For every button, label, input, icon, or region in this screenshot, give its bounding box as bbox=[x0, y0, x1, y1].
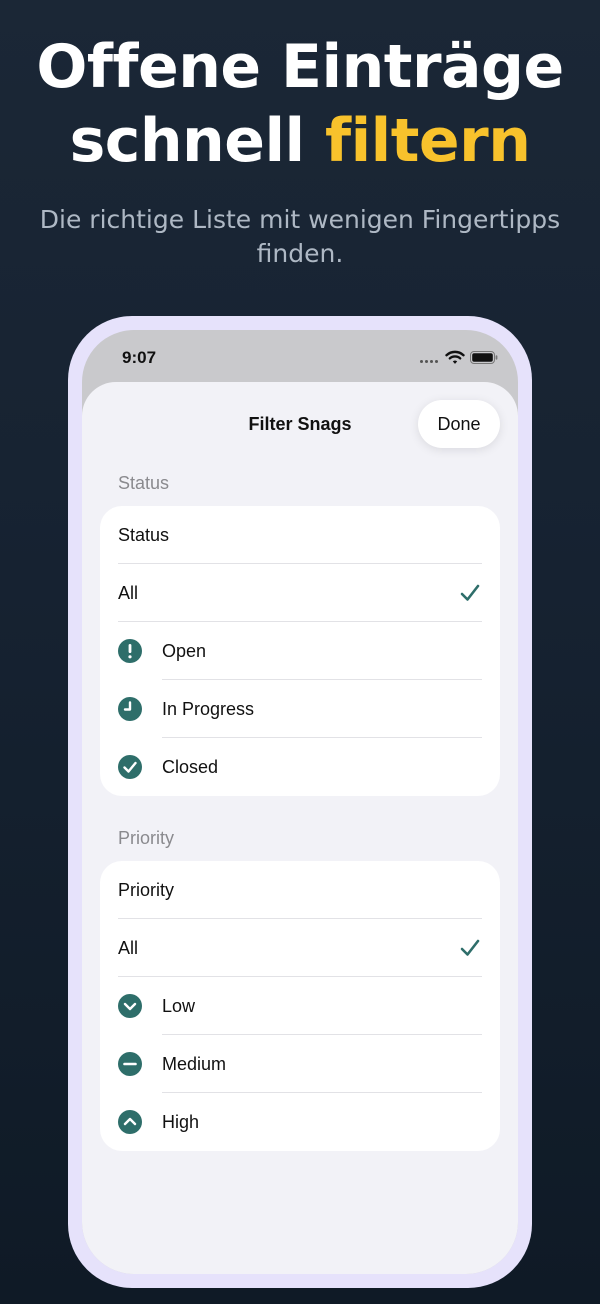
status-option-open[interactable]: Open bbox=[100, 622, 500, 680]
priority-option-medium[interactable]: Medium bbox=[100, 1035, 500, 1093]
option-label: Closed bbox=[162, 757, 219, 777]
status-picker-label: Status bbox=[118, 525, 170, 545]
priority-card: Priority All Low Medium High bbox=[100, 861, 500, 1151]
status-time: 9:07 bbox=[122, 348, 157, 367]
option-label: All bbox=[118, 938, 139, 958]
checkmark-circle-icon bbox=[118, 755, 142, 779]
headline-line-2: schnell filtern bbox=[0, 104, 600, 178]
checkmark-icon bbox=[460, 939, 480, 956]
status-section-header: Status bbox=[118, 473, 170, 493]
status-card: Status All Open In Progress Closed bbox=[100, 506, 500, 796]
promo-subtitle: Die richtige Liste mit wenigen Fingertip… bbox=[39, 205, 561, 268]
status-option-in-progress[interactable]: In Progress bbox=[100, 680, 500, 738]
promo-headline: Offene Einträge schnell filtern bbox=[0, 30, 600, 178]
done-button[interactable]: Done bbox=[418, 400, 500, 448]
priority-option-high[interactable]: High bbox=[100, 1093, 500, 1151]
priority-section-header: Priority bbox=[118, 828, 175, 848]
cellular-dots-icon bbox=[420, 360, 438, 363]
status-option-closed[interactable]: Closed bbox=[100, 738, 500, 796]
chevron-down-circle-icon bbox=[118, 994, 142, 1018]
battery-icon bbox=[470, 351, 498, 364]
exclamation-circle-icon bbox=[118, 639, 142, 663]
status-bar: 9:07 bbox=[82, 330, 518, 384]
checkmark-icon bbox=[460, 584, 480, 601]
chevron-up-circle-icon bbox=[118, 1110, 142, 1134]
priority-option-low[interactable]: Low bbox=[100, 977, 500, 1035]
priority-picker-row: Priority bbox=[100, 861, 500, 919]
clock-circle-icon bbox=[118, 697, 142, 721]
headline-accent-word: filtern bbox=[325, 106, 531, 176]
option-label: Open bbox=[162, 641, 207, 661]
minus-circle-icon bbox=[118, 1052, 142, 1076]
status-option-all[interactable]: All bbox=[100, 564, 500, 622]
option-label: All bbox=[118, 583, 139, 603]
option-label: High bbox=[162, 1112, 200, 1132]
headline-line-2-start: schnell bbox=[69, 106, 325, 176]
option-label: In Progress bbox=[162, 699, 255, 719]
priority-picker-label: Priority bbox=[118, 880, 175, 900]
phone-screen: 9:07 Filter Snags Done Status Status All bbox=[82, 330, 518, 1274]
headline-line-1: Offene Einträge bbox=[36, 32, 564, 102]
priority-option-all[interactable]: All bbox=[100, 919, 500, 977]
status-picker-row: Status bbox=[100, 506, 500, 564]
option-label: Low bbox=[162, 996, 196, 1016]
option-label: Medium bbox=[162, 1054, 227, 1074]
filter-sheet: Filter Snags Done Status Status All Open… bbox=[82, 382, 518, 1274]
wifi-icon bbox=[445, 350, 465, 364]
